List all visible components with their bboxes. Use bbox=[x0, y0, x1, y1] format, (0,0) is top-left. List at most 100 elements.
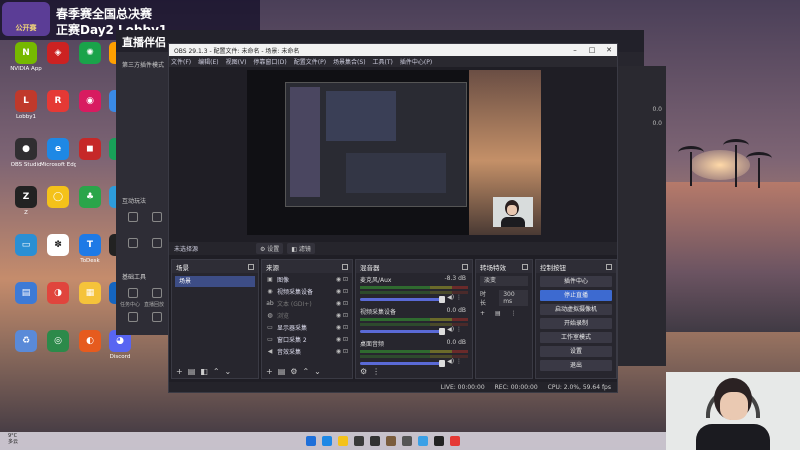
taskbar-app-icon[interactable] bbox=[370, 436, 380, 446]
trash-icon[interactable]: ▤ bbox=[495, 310, 501, 317]
control-button[interactable]: 启动虚拟摄像机 bbox=[540, 304, 612, 315]
desktop-icon[interactable]: ◕ Discord bbox=[102, 330, 138, 370]
playback-icon[interactable] bbox=[152, 288, 162, 298]
minimize-icon[interactable]: – bbox=[567, 44, 583, 56]
shield-icon[interactable] bbox=[152, 212, 162, 222]
desktop-icon[interactable]: ● OBS Studio bbox=[8, 138, 44, 178]
menu-item[interactable]: 插件中心(P) bbox=[400, 57, 432, 66]
gear-icon[interactable]: ⚙ bbox=[360, 367, 367, 376]
visibility-lock-icons[interactable]: ◉ ⊡ bbox=[336, 336, 348, 343]
volume-slider[interactable] bbox=[360, 296, 445, 303]
desktop-icon[interactable]: ◈ bbox=[40, 42, 76, 82]
menu-item[interactable]: 停靠窗口(D) bbox=[253, 57, 286, 66]
source-row[interactable]: ab 文本 (GDI+) ◉ ⊡ bbox=[262, 297, 352, 309]
maximize-icon[interactable]: □ bbox=[584, 44, 600, 56]
add-icon[interactable]: + bbox=[480, 310, 485, 317]
control-button[interactable]: 设置 bbox=[540, 346, 612, 357]
volume-slider[interactable] bbox=[360, 360, 445, 367]
desktop-icon[interactable]: ZZ bbox=[8, 186, 44, 226]
down-icon[interactable]: ⌄ bbox=[225, 367, 232, 376]
right-background-window[interactable]: 0.0 0.0 bbox=[616, 66, 666, 366]
speaker-icon[interactable]: ◀) ⋮ bbox=[447, 326, 462, 333]
taskbar-app-icon[interactable] bbox=[402, 436, 412, 446]
obs-preview[interactable] bbox=[247, 70, 541, 235]
desktop-icon[interactable]: ◎ bbox=[40, 330, 76, 370]
visibility-lock-icons[interactable]: ◉ ⊡ bbox=[336, 312, 348, 319]
control-button[interactable]: 退出 bbox=[540, 360, 612, 371]
dock-float-icon[interactable] bbox=[522, 263, 528, 270]
plugin-mode-label[interactable]: 第三方插件模式 bbox=[122, 60, 164, 69]
taskbar-app-icon[interactable] bbox=[434, 436, 444, 446]
obs-window[interactable]: OBS 29.1.3 - 配置文件: 未命名 - 场景: 未命名 – □ ✕ 文… bbox=[168, 43, 618, 393]
gear-icon[interactable]: ⚙ bbox=[290, 367, 297, 376]
visibility-lock-icons[interactable]: ◉ ⊡ bbox=[336, 276, 348, 283]
source-row[interactable]: ▭ 显示器采集 ◉ ⊡ bbox=[262, 321, 352, 333]
desktop-icon[interactable]: ◯ bbox=[40, 186, 76, 226]
down-icon[interactable]: ⌄ bbox=[314, 367, 321, 376]
desktop-icon[interactable]: ♻ bbox=[8, 330, 44, 370]
close-icon[interactable]: ✕ bbox=[601, 44, 617, 56]
desktop-icon[interactable]: ▤ bbox=[8, 282, 44, 322]
gift-icon[interactable] bbox=[152, 238, 162, 248]
add-icon[interactable]: + bbox=[266, 367, 273, 376]
menu-item[interactable]: 场景集合(S) bbox=[333, 57, 366, 66]
desktop-icon[interactable]: L Lobby1 bbox=[8, 90, 44, 130]
source-row[interactable]: ◉ 视频采集设备 ◉ ⊡ bbox=[262, 285, 352, 297]
source-row[interactable]: ▭ 窗口采集 2 ◉ ⊡ bbox=[262, 333, 352, 345]
duration-input[interactable]: 300 ms bbox=[499, 290, 528, 306]
camera-icon[interactable] bbox=[152, 312, 162, 322]
desktop-icon[interactable]: N NVIDIA App bbox=[8, 42, 44, 82]
desktop-icon[interactable]: e Microsoft Edge bbox=[40, 138, 76, 178]
taskbar-app-icon[interactable] bbox=[386, 436, 396, 446]
tool-icon[interactable] bbox=[128, 312, 138, 322]
control-button[interactable]: 工作室模式 bbox=[540, 332, 612, 343]
taskbar-app-icon[interactable] bbox=[418, 436, 428, 446]
visibility-lock-icons[interactable]: ◉ ⊡ bbox=[336, 288, 348, 295]
desktop-icon[interactable]: ✽ bbox=[40, 234, 76, 274]
download-icon[interactable] bbox=[128, 238, 138, 248]
source-row[interactable]: ◀ 音效采集 ◉ ⊡ bbox=[262, 345, 352, 357]
menu-item[interactable]: 视图(V) bbox=[226, 57, 247, 66]
source-row[interactable]: ◍ 浏览 ◉ ⊡ bbox=[262, 309, 352, 321]
taskbar-app-icon[interactable] bbox=[450, 436, 460, 446]
more-icon[interactable]: ⋮ bbox=[511, 310, 517, 317]
start-icon[interactable] bbox=[306, 436, 316, 446]
desktop-icon[interactable]: ◑ bbox=[40, 282, 76, 322]
source-row[interactable]: ▣ 图像 ◉ ⊡ bbox=[262, 273, 352, 285]
task-center-icon[interactable] bbox=[128, 288, 138, 298]
add-icon[interactable]: + bbox=[176, 367, 183, 376]
taskbar-app-icon[interactable] bbox=[322, 436, 332, 446]
trash-icon[interactable]: ▤ bbox=[188, 367, 196, 376]
trash-icon[interactable]: ▤ bbox=[278, 367, 286, 376]
dock-float-icon[interactable] bbox=[248, 263, 254, 270]
menu-item[interactable]: 编辑(E) bbox=[198, 57, 218, 66]
dock-float-icon[interactable] bbox=[462, 263, 468, 270]
visibility-lock-icons[interactable]: ◉ ⊡ bbox=[336, 300, 348, 307]
up-icon[interactable]: ⌃ bbox=[213, 367, 220, 376]
dock-float-icon[interactable] bbox=[342, 263, 348, 270]
taskbar-app-icon[interactable] bbox=[338, 436, 348, 446]
control-button[interactable]: 开始录制 bbox=[540, 318, 612, 329]
dock-float-icon[interactable] bbox=[606, 263, 612, 270]
taskbar-app-icon[interactable] bbox=[354, 436, 364, 446]
filter-icon[interactable]: ◧ bbox=[200, 367, 208, 376]
interact-tool-icon[interactable] bbox=[128, 212, 138, 222]
visibility-lock-icons[interactable]: ◉ ⊡ bbox=[336, 348, 348, 355]
transition-select[interactable]: 淡变 bbox=[480, 276, 528, 286]
menu-item[interactable]: 工具(T) bbox=[373, 57, 393, 66]
speaker-icon[interactable]: ◀) ⋮ bbox=[447, 358, 462, 365]
desktop-icon[interactable]: R bbox=[40, 90, 76, 130]
scene-item[interactable]: 场景 bbox=[175, 276, 255, 287]
menu-item[interactable]: 配置文件(P) bbox=[294, 57, 326, 66]
control-button[interactable]: 插件中心 bbox=[540, 276, 612, 287]
desktop-icon[interactable]: ▭ bbox=[8, 234, 44, 274]
menu-item[interactable]: 文件(F) bbox=[171, 57, 191, 66]
source-filters-button[interactable]: ◧ 滤镜 bbox=[287, 243, 315, 254]
volume-slider[interactable] bbox=[360, 328, 445, 335]
source-settings-button[interactable]: ⚙ 设置 bbox=[256, 243, 284, 254]
visibility-lock-icons[interactable]: ◉ ⊡ bbox=[336, 324, 348, 331]
weather-widget[interactable]: 9°C 多云 bbox=[8, 433, 18, 445]
speaker-icon[interactable]: ◀) ⋮ bbox=[447, 294, 462, 301]
more-icon[interactable]: ⋮ bbox=[372, 367, 380, 376]
control-button[interactable]: 停止直播 bbox=[540, 290, 612, 301]
